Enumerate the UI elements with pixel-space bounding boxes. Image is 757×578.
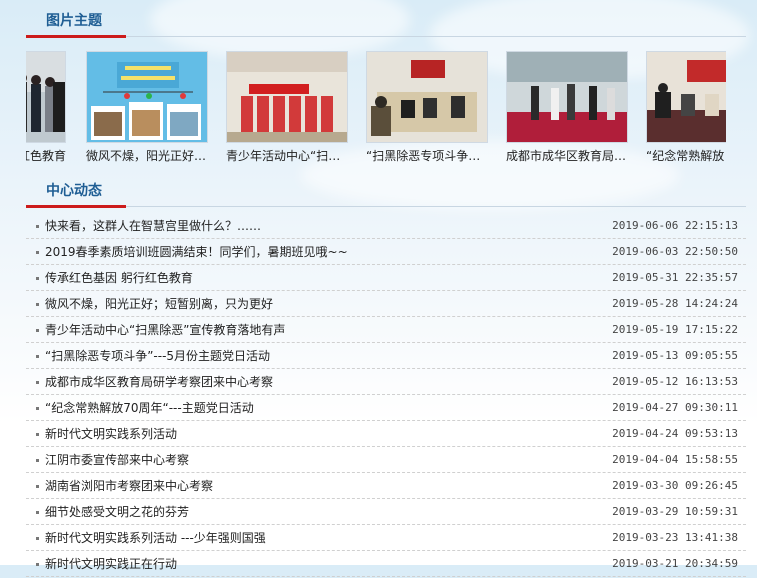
news-item[interactable]: 快来看，这群人在智慧宫里做什么？…… 2019-06-06 22:15:13 xyxy=(26,214,746,239)
bullet-icon xyxy=(36,277,39,280)
news-date: 2019-05-12 16:13:53 xyxy=(612,375,738,388)
gallery-caption[interactable]: 青少年活动中心“扫… xyxy=(226,147,348,164)
bullet-icon xyxy=(36,459,39,462)
gallery-section-title: 图片主题 xyxy=(46,13,102,29)
gallery-item[interactable]: “扫黑除恶专项斗争… xyxy=(366,51,488,164)
bullet-icon xyxy=(36,355,39,358)
news-title-link[interactable]: 快来看，这群人在智慧宫里做什么？…… xyxy=(45,214,261,238)
gallery-section-header: 图片主题 xyxy=(26,10,746,38)
news-date: 2019-05-19 17:15:22 xyxy=(612,323,738,336)
news-title-link[interactable]: 传承红色基因 躬行红色教育 xyxy=(45,266,193,290)
news-title-link[interactable]: 新时代文明实践正在行动 xyxy=(45,552,177,576)
news-section-header: 中心动态 xyxy=(26,180,746,208)
news-item[interactable]: “纪念常熟解放70周年“---主题党日活动 2019-04-27 09:30:11 xyxy=(26,396,746,421)
gallery-caption[interactable]: 成都市成华区教育局… xyxy=(506,147,628,164)
news-date: 2019-05-13 09:05:55 xyxy=(612,349,738,362)
news-item[interactable]: 传承红色基因 躬行红色教育 2019-05-31 22:35:57 xyxy=(26,266,746,291)
news-title-link[interactable]: 青少年活动中心“扫黑除恶”宣传教育落地有声 xyxy=(45,318,285,342)
news-title-link[interactable]: 微风不燥，阳光正好；短暂别离，只为更好 xyxy=(45,292,273,316)
gallery-thumbnail[interactable] xyxy=(86,51,208,143)
bullet-icon xyxy=(36,485,39,488)
news-date: 2019-04-04 15:58:55 xyxy=(612,453,738,466)
bullet-icon xyxy=(36,329,39,332)
news-item[interactable]: 微风不燥，阳光正好；短暂别离，只为更好 2019-05-28 14:24:24 xyxy=(26,292,746,317)
news-date: 2019-06-03 22:50:50 xyxy=(612,245,738,258)
news-list: 快来看，这群人在智慧宫里做什么？…… 2019-06-06 22:15:13 20… xyxy=(26,214,746,578)
news-item[interactable]: “扫黑除恶专项斗争”---5月份主题党日活动 2019-05-13 09:05:5… xyxy=(26,344,746,369)
news-title-link[interactable]: 细节处感受文明之花的芬芳 xyxy=(45,500,189,524)
gallery-item[interactable]: 微风不燥，阳光正好… xyxy=(86,51,208,164)
bullet-icon xyxy=(36,303,39,306)
gallery-thumbnail[interactable] xyxy=(26,51,66,143)
gallery-caption[interactable]: 微风不燥，阳光正好… xyxy=(86,147,208,164)
news-item[interactable]: 青少年活动中心“扫黑除恶”宣传教育落地有声 2019-05-19 17:15:22 xyxy=(26,318,746,343)
bullet-icon xyxy=(36,225,39,228)
bullet-icon xyxy=(36,381,39,384)
news-item[interactable]: 新时代文明实践系列活动 ---少年强则国强 2019-03-23 13:41:38 xyxy=(26,526,746,551)
news-item[interactable]: 江阴市委宣传部来中心考察 2019-04-04 15:58:55 xyxy=(26,448,746,473)
news-item[interactable]: 成都市成华区教育局研学考察团来中心考察 2019-05-12 16:13:53 xyxy=(26,370,746,395)
bullet-icon xyxy=(36,537,39,540)
gallery-thumbnail[interactable] xyxy=(646,51,726,143)
section-title-underline xyxy=(26,35,126,38)
gallery-caption[interactable]: “扫黑除恶专项斗争… xyxy=(366,147,488,164)
gallery-item[interactable]: 成都市成华区教育局… xyxy=(506,51,628,164)
news-date: 2019-03-30 09:26:45 xyxy=(612,479,738,492)
news-item[interactable]: 新时代文明实践系列活动 2019-04-24 09:53:13 xyxy=(26,422,746,447)
gallery-caption[interactable]: “纪念常熟解放 xyxy=(646,147,726,164)
news-title-link[interactable]: 新时代文明实践系列活动 ---少年强则国强 xyxy=(45,526,266,550)
gallery-caption[interactable]: 躬行红色教育 xyxy=(26,147,66,164)
news-title-link[interactable]: 新时代文明实践系列活动 xyxy=(45,422,177,446)
news-date: 2019-04-27 09:30:11 xyxy=(612,401,738,414)
bullet-icon xyxy=(36,251,39,254)
news-title-link[interactable]: 江阴市委宣传部来中心考察 xyxy=(45,448,189,472)
news-item[interactable]: 2019春季素质培训班圆满结束！同学们，暑期班见哦~~ 2019-06-03 22… xyxy=(26,240,746,265)
bullet-icon xyxy=(36,433,39,436)
bullet-icon xyxy=(36,511,39,514)
news-date: 2019-04-24 09:53:13 xyxy=(612,427,738,440)
news-date: 2019-05-31 22:35:57 xyxy=(612,271,738,284)
bullet-icon xyxy=(36,407,39,410)
gallery-thumbnail[interactable] xyxy=(506,51,628,143)
gallery-thumbnail[interactable] xyxy=(366,51,488,143)
gallery-item[interactable]: 青少年活动中心“扫… xyxy=(226,51,348,164)
news-section-title: 中心动态 xyxy=(46,183,102,199)
news-title-link[interactable]: 2019春季素质培训班圆满结束！同学们，暑期班见哦~~ xyxy=(45,240,348,264)
news-item[interactable]: 湖南省浏阳市考察团来中心考察 2019-03-30 09:26:45 xyxy=(26,474,746,499)
news-date: 2019-03-21 20:34:59 xyxy=(612,557,738,570)
news-date: 2019-05-28 14:24:24 xyxy=(612,297,738,310)
news-item[interactable]: 细节处感受文明之花的芬芳 2019-03-29 10:59:31 xyxy=(26,500,746,525)
news-date: 2019-06-06 22:15:13 xyxy=(612,219,738,232)
gallery-item[interactable]: “纪念常熟解放 xyxy=(646,51,726,164)
news-title-link[interactable]: “纪念常熟解放70周年“---主题党日活动 xyxy=(45,396,254,420)
news-title-link[interactable]: 湖南省浏阳市考察团来中心考察 xyxy=(45,474,213,498)
gallery-thumbnail[interactable] xyxy=(226,51,348,143)
news-date: 2019-03-29 10:59:31 xyxy=(612,505,738,518)
photo-gallery-strip: 躬行红色教育 微风不燥，阳光正好… xyxy=(26,51,726,166)
section-title-underline xyxy=(26,205,126,208)
news-date: 2019-03-23 13:41:38 xyxy=(612,531,738,544)
news-title-link[interactable]: 成都市成华区教育局研学考察团来中心考察 xyxy=(45,370,273,394)
news-title-link[interactable]: “扫黑除恶专项斗争”---5月份主题党日活动 xyxy=(45,344,270,368)
gallery-item[interactable]: 躬行红色教育 xyxy=(26,51,66,164)
